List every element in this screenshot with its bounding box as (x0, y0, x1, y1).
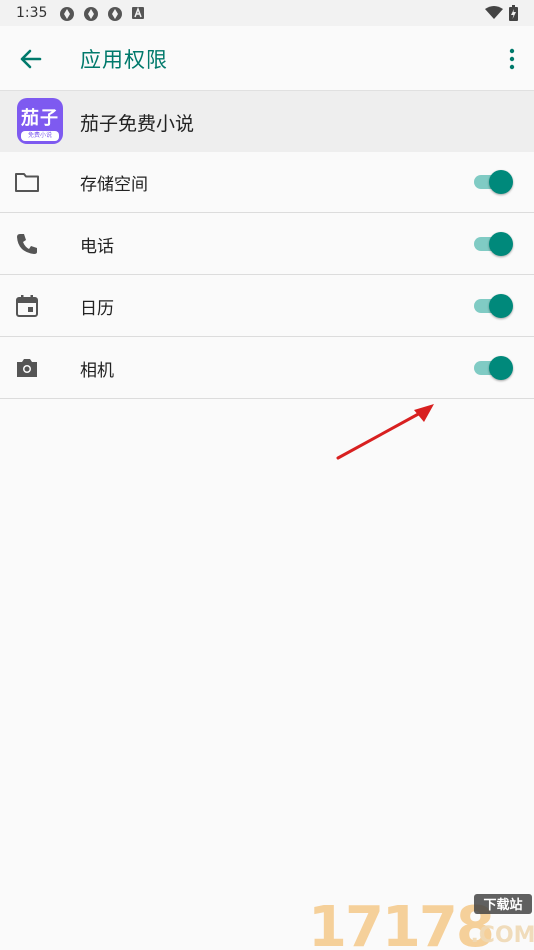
permission-row-calendar[interactable]: 日历 (0, 275, 534, 337)
arrow-back-icon (20, 49, 42, 69)
app-header: 茄子 免费小说 茄子免费小说 (0, 90, 534, 152)
app-icon: 茄子 免费小说 (17, 98, 63, 144)
permission-list: 存储空间 电话 日历 相机 (0, 151, 534, 399)
status-system-icons (485, 5, 518, 21)
watermark-top: 下载站 (483, 897, 522, 913)
toggle-thumb (489, 294, 513, 318)
status-notification-icons (59, 6, 145, 22)
permission-row-storage[interactable]: 存储空间 (0, 151, 534, 213)
more-options-button[interactable] (502, 44, 522, 74)
permission-row-phone[interactable]: 电话 (0, 213, 534, 275)
permission-label: 相机 (80, 361, 114, 381)
permission-row-camera[interactable]: 相机 (0, 337, 534, 399)
toggle-thumb (489, 170, 513, 194)
more-vert-icon (509, 48, 515, 70)
wifi-icon (485, 6, 503, 19)
permission-label: 存储空间 (80, 175, 148, 195)
toggle-thumb (489, 356, 513, 380)
camera-icon (17, 359, 37, 377)
page-title: 应用权限 (80, 48, 168, 72)
app-name: 茄子免费小说 (80, 113, 195, 135)
permission-toggle[interactable] (474, 293, 514, 319)
phone-icon (17, 234, 37, 254)
annotation-arrow-icon (336, 404, 434, 460)
permission-label: 电话 (80, 237, 114, 257)
app-icon-text: 茄子 (21, 108, 59, 129)
permission-label: 日历 (80, 299, 114, 319)
watermark-number: 17178 (308, 895, 493, 950)
battery-charging-icon (509, 5, 518, 21)
notification-icon (60, 7, 74, 21)
permission-toggle[interactable] (474, 231, 514, 257)
back-button[interactable] (14, 44, 48, 74)
status-bar: 1:35 (0, 0, 534, 26)
folder-icon (15, 173, 39, 192)
permission-toggle[interactable] (474, 169, 514, 195)
app-bar: 应用权限 (0, 26, 534, 90)
permission-toggle[interactable] (474, 355, 514, 381)
notification-icon (84, 7, 98, 21)
watermark-logo: 17178 下载站 .COM (308, 894, 534, 950)
toggle-thumb (489, 232, 513, 256)
watermark-bottom: .COM (470, 923, 534, 948)
keyboard-a-icon (132, 6, 144, 19)
notification-icon (108, 7, 122, 21)
app-icon-subtext: 免费小说 (21, 131, 59, 141)
status-time: 1:35 (16, 5, 48, 21)
calendar-icon (16, 295, 38, 317)
